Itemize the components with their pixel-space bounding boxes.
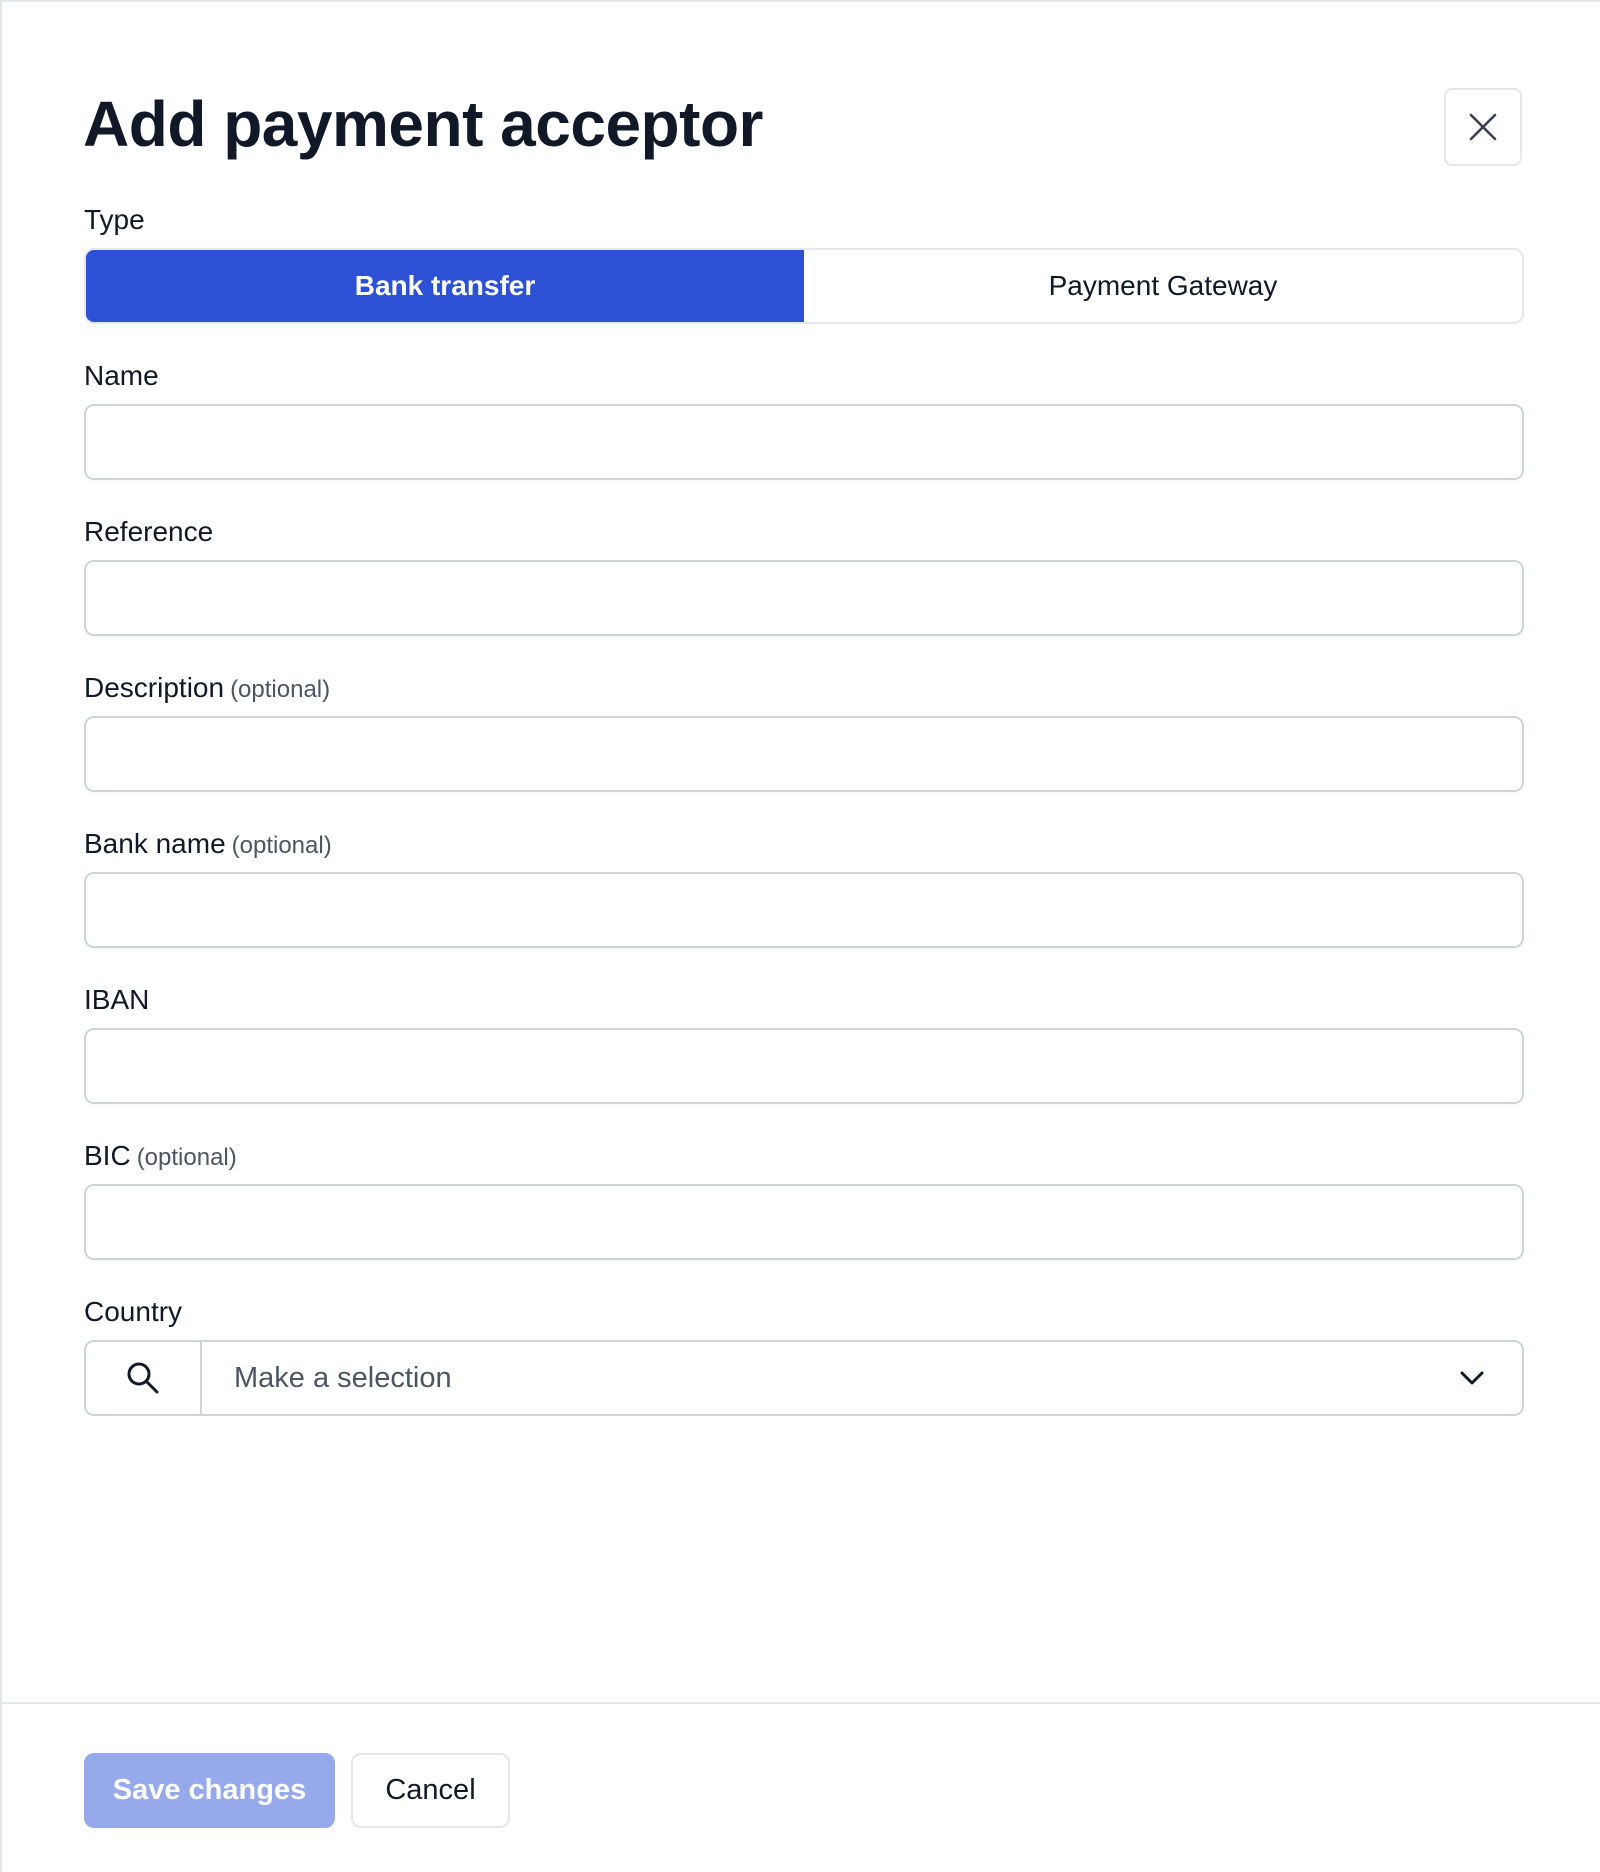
type-option-bank-transfer[interactable]: Bank transfer [86,250,804,322]
name-label-text: Name [84,360,159,391]
iban-label-text: IBAN [84,984,150,1015]
cancel-button[interactable]: Cancel [351,1753,510,1828]
iban-input[interactable] [84,1028,1524,1104]
type-label: Type [84,202,145,238]
description-label-text: Description [84,672,225,703]
country-placeholder[interactable]: Make a selection [202,1342,1422,1414]
dialog-title: Add payment acceptor [83,88,763,160]
name-input[interactable] [84,404,1524,480]
bank-name-label: Bank name (optional) [84,826,332,864]
description-label: Description (optional) [84,670,330,708]
search-icon [127,1362,159,1394]
bank-name-label-text: Bank name [84,828,226,859]
reference-label: Reference [84,514,213,550]
description-optional-hint: (optional) [230,676,331,703]
country-label: Country [84,1294,182,1330]
footer-divider [2,1702,1600,1704]
bic-label-text: BIC [84,1140,131,1171]
reference-label-text: Reference [84,516,214,547]
bank-name-optional-hint: (optional) [231,832,332,859]
type-segmented-control: Bank transfer Payment Gateway [84,248,1524,324]
add-payment-acceptor-dialog: Add payment acceptor Type Bank transfer … [0,0,1600,1872]
close-icon [1469,113,1497,141]
country-label-text: Country [84,1296,183,1327]
type-option-payment-gateway[interactable]: Payment Gateway [804,250,1522,322]
description-input[interactable] [84,716,1524,792]
bank-name-input[interactable] [84,872,1524,948]
close-button[interactable] [1444,88,1522,166]
reference-input[interactable] [84,560,1524,636]
country-dropdown-toggle[interactable] [1422,1342,1522,1414]
bic-optional-hint: (optional) [136,1144,237,1171]
chevron-down-icon [1460,1371,1484,1385]
bic-label: BIC (optional) [84,1138,237,1176]
country-combobox[interactable]: Make a selection [84,1340,1524,1416]
save-changes-button[interactable]: Save changes [84,1753,335,1828]
country-search-button[interactable] [86,1342,202,1414]
type-label-text: Type [84,204,145,235]
name-label: Name [84,358,159,394]
iban-label: IBAN [84,982,149,1018]
bic-input[interactable] [84,1184,1524,1260]
